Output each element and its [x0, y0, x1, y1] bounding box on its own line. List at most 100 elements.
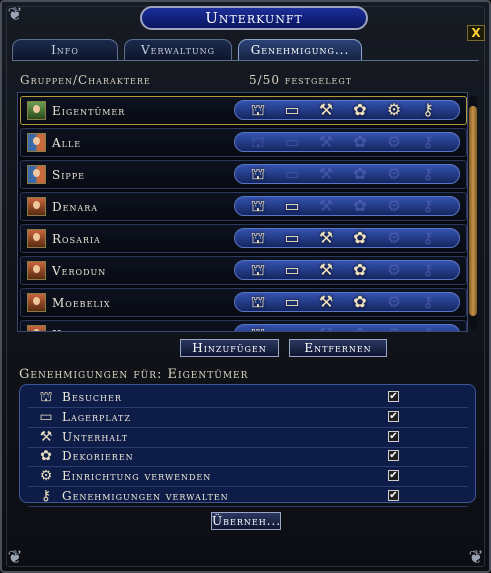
storage-chest-icon[interactable]: ▭	[277, 291, 307, 313]
key-icon[interactable]: ⚷	[413, 291, 443, 313]
flower-vase-icon[interactable]: ✿	[345, 163, 375, 185]
tools-icon[interactable]: ⚒	[311, 163, 341, 185]
tools-icon[interactable]: ⚒	[311, 99, 341, 121]
apply-button[interactable]: Überneh...	[211, 512, 281, 530]
permission-bar: ⛫▭⚒✿⚙⚷	[234, 292, 460, 312]
scroll-thumb[interactable]	[469, 106, 477, 316]
gears-icon[interactable]: ⚙	[379, 227, 409, 249]
key-icon[interactable]: ⚷	[413, 99, 443, 121]
chest-visitor-icon[interactable]: ⛫	[243, 131, 273, 153]
member-row[interactable]: Moebelix ⛫ ▭ ⚒ ✿ ⚙ ⚷	[20, 288, 467, 317]
storage-chest-icon[interactable]: ▭	[277, 195, 307, 217]
housing-window: ❦ ❦ ❦ Unterkunft X Info Verwaltung Geneh…	[0, 0, 491, 573]
permission-row: ⛫ Besucher ✔	[28, 387, 468, 408]
storage-chest-icon[interactable]: ▭	[277, 163, 307, 185]
avatar-icon	[27, 325, 46, 331]
member-row[interactable]: Rosaria ⛫ ▭ ⚒ ✿ ⚙ ⚷	[20, 224, 467, 253]
assigned-count: 5/50 festgelegt	[249, 73, 353, 87]
member-name: Verodun	[52, 264, 107, 278]
tools-icon[interactable]: ⚒	[311, 195, 341, 217]
permission-checkbox[interactable]: ✔	[388, 490, 399, 501]
tab-info[interactable]: Info	[12, 39, 118, 61]
chest-visitor-icon[interactable]: ⛫	[243, 227, 273, 249]
key-icon[interactable]: ⚷	[413, 195, 443, 217]
tools-icon: ⚒	[39, 428, 53, 445]
storage-chest-icon[interactable]: ▭	[277, 259, 307, 281]
chest-visitor-icon[interactable]: ⛫	[243, 195, 273, 217]
tools-icon[interactable]: ⚒	[311, 291, 341, 313]
gears-icon[interactable]: ⚙	[379, 163, 409, 185]
flower-vase-icon[interactable]: ✿	[345, 291, 375, 313]
member-row[interactable]: Sippe ⛫ ▭ ⚒ ✿ ⚙ ⚷	[20, 160, 467, 189]
permission-checkbox[interactable]: ✔	[388, 450, 399, 462]
flower-vase-icon[interactable]: ✿	[345, 259, 375, 281]
permission-checkbox[interactable]: ✔	[388, 391, 399, 402]
permission-row: ▭ Lagerplatz ✔	[28, 407, 468, 428]
chest-visitor-icon[interactable]: ⛫	[243, 259, 273, 281]
member-list: Eigentümer ⛫ ▭ ⚒ ✿ ⚙ ⚷ Alle ⛫ ▭ ⚒ ✿ ⚙ ⚷ Sippe ⛫ ▭ ⚒ ✿ ⚙ ⚷ Den…	[17, 92, 468, 332]
tools-icon[interactable]: ⚒	[311, 259, 341, 281]
add-button[interactable]: Hinzufügen	[180, 339, 279, 357]
gears-icon: ⚙	[39, 468, 53, 485]
remove-button[interactable]: Entfernen	[289, 339, 387, 357]
tools-icon[interactable]: ⚒	[311, 323, 341, 331]
chest-visitor-icon[interactable]: ⛫	[243, 291, 273, 313]
chest-visitor-icon[interactable]: ⛫	[243, 323, 273, 331]
permission-checkbox[interactable]: ✔	[388, 410, 399, 422]
permission-bar: ⛫▭⚒✿⚙⚷	[234, 260, 460, 280]
key-icon[interactable]: ⚷	[413, 163, 443, 185]
gears-icon[interactable]: ⚙	[379, 323, 409, 331]
member-row[interactable]: Kuuu... ⛫ ▭ ⚒ ✿ ⚙ ⚷	[20, 320, 467, 331]
permission-checkbox[interactable]: ✔	[388, 470, 399, 482]
gears-icon[interactable]: ⚙	[379, 195, 409, 217]
chest-visitor-icon[interactable]: ⛫	[243, 99, 273, 121]
tab-divider	[12, 60, 479, 61]
key-icon[interactable]: ⚷	[413, 227, 443, 249]
tab-verwaltung[interactable]: Verwaltung	[124, 39, 232, 61]
storage-chest-icon[interactable]: ▭	[277, 99, 307, 121]
avatar-icon	[27, 133, 46, 152]
member-name: Alle	[52, 136, 82, 150]
member-row[interactable]: Eigentümer ⛫ ▭ ⚒ ✿ ⚙ ⚷	[20, 96, 467, 125]
storage-chest-icon[interactable]: ▭	[277, 227, 307, 249]
member-row[interactable]: Denara ⛫ ▭ ⚒ ✿ ⚙ ⚷	[20, 192, 467, 221]
tab-genehmigung[interactable]: Genehmigung...	[238, 39, 362, 61]
member-row[interactable]: Alle ⛫ ▭ ⚒ ✿ ⚙ ⚷	[20, 128, 467, 157]
permission-bar: ⛫▭⚒✿⚙⚷	[234, 100, 460, 120]
corner-ornament-icon: ❦	[468, 547, 484, 568]
flower-vase-icon[interactable]: ✿	[345, 131, 375, 153]
flower-vase-icon[interactable]: ✿	[345, 323, 375, 331]
member-name: Sippe	[52, 168, 85, 182]
corner-ornament-icon: ❦	[7, 4, 23, 25]
storage-chest-icon[interactable]: ▭	[277, 323, 307, 331]
key-icon[interactable]: ⚷	[413, 323, 443, 331]
permission-bar: ⛫▭⚒✿⚙⚷	[234, 196, 460, 216]
avatar-icon	[27, 101, 46, 120]
permission-label: Besucher	[62, 390, 122, 404]
list-scrollbar[interactable]	[469, 96, 477, 330]
chest-visitor-icon: ⛫	[39, 389, 53, 405]
gears-icon[interactable]: ⚙	[379, 259, 409, 281]
flower-vase-icon[interactable]: ✿	[345, 195, 375, 217]
gears-icon[interactable]: ⚙	[379, 131, 409, 153]
member-row[interactable]: Verodun ⛫ ▭ ⚒ ✿ ⚙ ⚷	[20, 256, 467, 285]
permission-checkbox[interactable]: ✔	[388, 430, 399, 442]
close-button[interactable]: X	[467, 25, 485, 41]
tools-icon[interactable]: ⚒	[311, 227, 341, 249]
flower-vase-icon[interactable]: ✿	[345, 227, 375, 249]
member-name: Kuuu...	[52, 328, 100, 331]
permission-bar: ⛫ ▭ ⚒ ✿ ⚙ ⚷	[234, 323, 460, 331]
gears-icon[interactable]: ⚙	[379, 291, 409, 313]
avatar-icon	[27, 165, 46, 184]
permissions-section-title: Genehmigungen für: Eigentümer	[19, 367, 249, 382]
tools-icon[interactable]: ⚒	[311, 131, 341, 153]
flower-vase-icon[interactable]: ✿	[345, 99, 375, 121]
key-icon[interactable]: ⚷	[413, 259, 443, 281]
window-title[interactable]: Unterkunft	[140, 6, 368, 30]
key-icon[interactable]: ⚷	[413, 131, 443, 153]
chest-visitor-icon[interactable]: ⛫	[243, 163, 273, 185]
flower-vase-icon: ✿	[40, 448, 52, 465]
avatar-icon	[27, 261, 46, 280]
gears-icon[interactable]: ⚙	[379, 99, 409, 121]
storage-chest-icon[interactable]: ▭	[277, 131, 307, 153]
